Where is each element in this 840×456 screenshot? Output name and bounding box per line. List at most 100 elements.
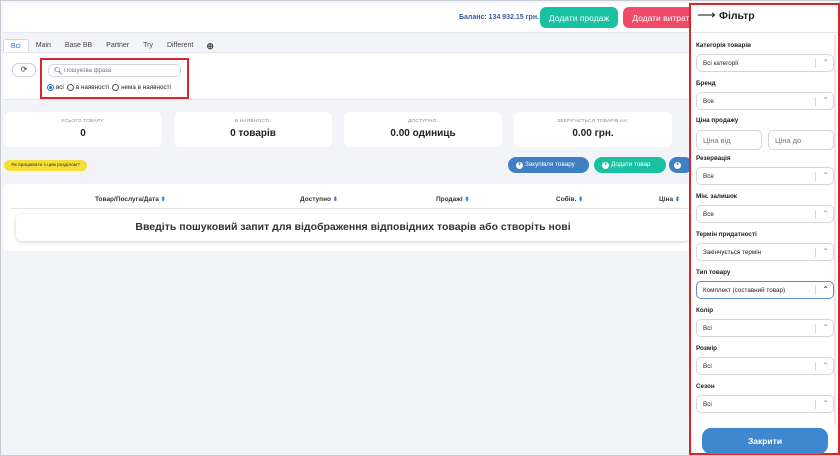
search-panel: ⟳ 🔍︎ всі в наявності нема в наявності	[3, 52, 690, 100]
column-header-available[interactable]: Доступно ⬍	[300, 196, 338, 203]
top-bar: Баланс: 134 932.15 грн. Додати продаж До…	[3, 3, 703, 33]
chevron-up-icon: ⌃	[822, 399, 829, 408]
select-value: Всі	[703, 401, 712, 408]
chevron-up-icon: ⌃	[822, 171, 829, 180]
radio-dot-checked	[47, 84, 54, 91]
filter-label-min-stock: Мін. залишок	[696, 193, 737, 200]
stat-card-total: УСЬОГО ТОВАРУ: 0	[4, 112, 162, 147]
filter-select-expiry[interactable]: Закінчується термін ⌃	[696, 243, 834, 261]
arrow-right-icon[interactable]: ⟶	[697, 8, 716, 22]
close-filter-button[interactable]: Закрити	[702, 428, 828, 454]
chevron-up-icon: ⌃	[822, 96, 829, 105]
filter-label-season: Сезон	[696, 383, 715, 390]
radio-out-of-stock[interactable]: нема в наявності	[112, 84, 171, 91]
filter-select-product-type[interactable]: Комплект (составний товар) ⌃	[696, 281, 834, 299]
help-badge[interactable]: Як працювати з цим розділом?	[4, 160, 87, 171]
filter-label-size: Розмір	[696, 345, 718, 352]
category-tabs: Всі Main Base BB Partner Try Different ⊕	[3, 39, 220, 53]
select-value: Всі категорії	[703, 60, 739, 67]
select-divider	[815, 59, 816, 68]
filter-select-color[interactable]: Всі ⌃	[696, 319, 834, 337]
page-frame: Баланс: 134 932.15 грн. Додати продаж До…	[0, 0, 840, 456]
balance-text: Баланс: 134 932.15 грн.	[459, 14, 540, 21]
select-value: Всі	[703, 363, 712, 370]
tab-main[interactable]: Main	[29, 39, 58, 53]
stat-label: В НАЯВНОСТІ:	[234, 119, 272, 124]
filter-select-size[interactable]: Всі ⌃	[696, 357, 834, 375]
plus-icon: +	[602, 162, 609, 169]
select-divider	[815, 362, 816, 371]
radio-all-label: всі	[56, 84, 64, 91]
filter-scrollbar[interactable]	[834, 35, 836, 425]
select-divider	[815, 248, 816, 257]
tab-different[interactable]: Different	[160, 39, 200, 53]
products-table: Товар/Послуга/Дата ⬍ Доступно ⬍ Продажі …	[3, 184, 690, 251]
sort-icon: ⬍	[332, 197, 338, 203]
add-tab-icon[interactable]: ⊕	[200, 41, 220, 52]
tab-partner[interactable]: Partner	[99, 39, 136, 53]
stat-label: УСЬОГО ТОВАРУ:	[61, 119, 105, 124]
select-divider	[815, 97, 816, 106]
select-divider	[815, 172, 816, 181]
filter-select-brand[interactable]: Все ⌃	[696, 92, 834, 110]
stat-label: ДОСТУПНО:	[407, 119, 439, 124]
column-header-product[interactable]: Товар/Послуга/Дата ⬍	[95, 196, 166, 203]
select-value: Закінчується термін	[703, 249, 762, 256]
filter-label-reservation: Резервація	[696, 155, 731, 162]
select-value: Комплект (составний товар)	[703, 287, 786, 294]
filter-label-product-type: Тип товару	[696, 269, 731, 276]
stat-value: 0.00 грн.	[572, 128, 614, 139]
filter-label-color: Колір	[696, 307, 714, 314]
filter-select-reservation[interactable]: Все ⌃	[696, 167, 834, 185]
search-box[interactable]: 🔍︎	[48, 64, 181, 77]
add-sale-button[interactable]: Додати продаж	[540, 7, 618, 28]
select-value: Все	[703, 173, 714, 180]
plus-icon: +	[674, 162, 681, 169]
chevron-up-icon: ⌃	[822, 285, 829, 294]
tab-base-bb[interactable]: Base BB	[58, 39, 99, 53]
price-to-input[interactable]	[768, 130, 834, 150]
filter-select-category[interactable]: Всі категорії ⌃	[696, 54, 834, 72]
select-divider	[815, 286, 816, 295]
radio-dot	[66, 84, 74, 91]
stat-card-stock-value: ЗБЕРІГАЄТЬСЯ ТОВАРІВ НА: 0.00 грн.	[514, 112, 672, 147]
radio-out-of-stock-label: нема в наявності	[121, 84, 171, 91]
sort-icon: ⬍	[464, 197, 470, 203]
add-product-button[interactable]: + Додати товар	[594, 157, 666, 173]
column-header-price[interactable]: Ціна ⬍	[659, 196, 680, 203]
radio-in-stock[interactable]: в наявності	[66, 84, 109, 91]
select-value: Всі	[703, 325, 712, 332]
search-icon: 🔍︎	[54, 67, 63, 75]
search-input[interactable]	[64, 66, 176, 76]
filter-title: Фільтр	[719, 10, 755, 22]
radio-dot	[112, 84, 120, 91]
filter-panel: ⟶ Фільтр Категорія товарів Всі категорії…	[689, 3, 840, 455]
filter-select-min-stock[interactable]: Все ⌃	[696, 205, 834, 223]
empty-table-message: Введіть пошуковий запит для відображення…	[16, 214, 690, 241]
chevron-up-icon: ⌃	[822, 323, 829, 332]
select-value: Все	[703, 211, 714, 218]
search-highlight-box: 🔍︎ всі в наявності нема в наявності	[40, 58, 189, 99]
filter-label-category: Категорія товарів	[696, 42, 752, 49]
sort-icon: ⬍	[578, 197, 584, 203]
add-product-label: Додати товар	[611, 161, 651, 168]
column-header-sales[interactable]: Продажі ⬍	[436, 196, 470, 203]
tab-all[interactable]: Всі	[3, 39, 29, 53]
filter-header: ⟶ Фільтр	[691, 5, 838, 33]
filter-select-season[interactable]: Всі ⌃	[696, 395, 834, 413]
filter-label-price: Ціна продажу	[696, 117, 739, 124]
refresh-button[interactable]: ⟳	[12, 63, 36, 77]
refresh-icon: ⟳	[20, 65, 28, 74]
column-header-cost[interactable]: Собів. ⬍	[556, 196, 583, 203]
select-divider	[815, 400, 816, 409]
sort-icon: ⬍	[674, 197, 680, 203]
sort-icon: ⬍	[160, 197, 166, 203]
stat-card-available: ДОСТУПНО: 0.00 одиниць	[344, 112, 502, 147]
tab-try[interactable]: Try	[136, 39, 160, 53]
purchase-goods-button[interactable]: + Закупівля товару	[508, 157, 589, 173]
price-from-input[interactable]	[696, 130, 762, 150]
filter-label-brand: Бренд	[696, 80, 716, 87]
radio-all[interactable]: всі	[47, 84, 64, 91]
plus-icon: +	[516, 162, 523, 169]
chevron-up-icon: ⌃	[822, 209, 829, 218]
